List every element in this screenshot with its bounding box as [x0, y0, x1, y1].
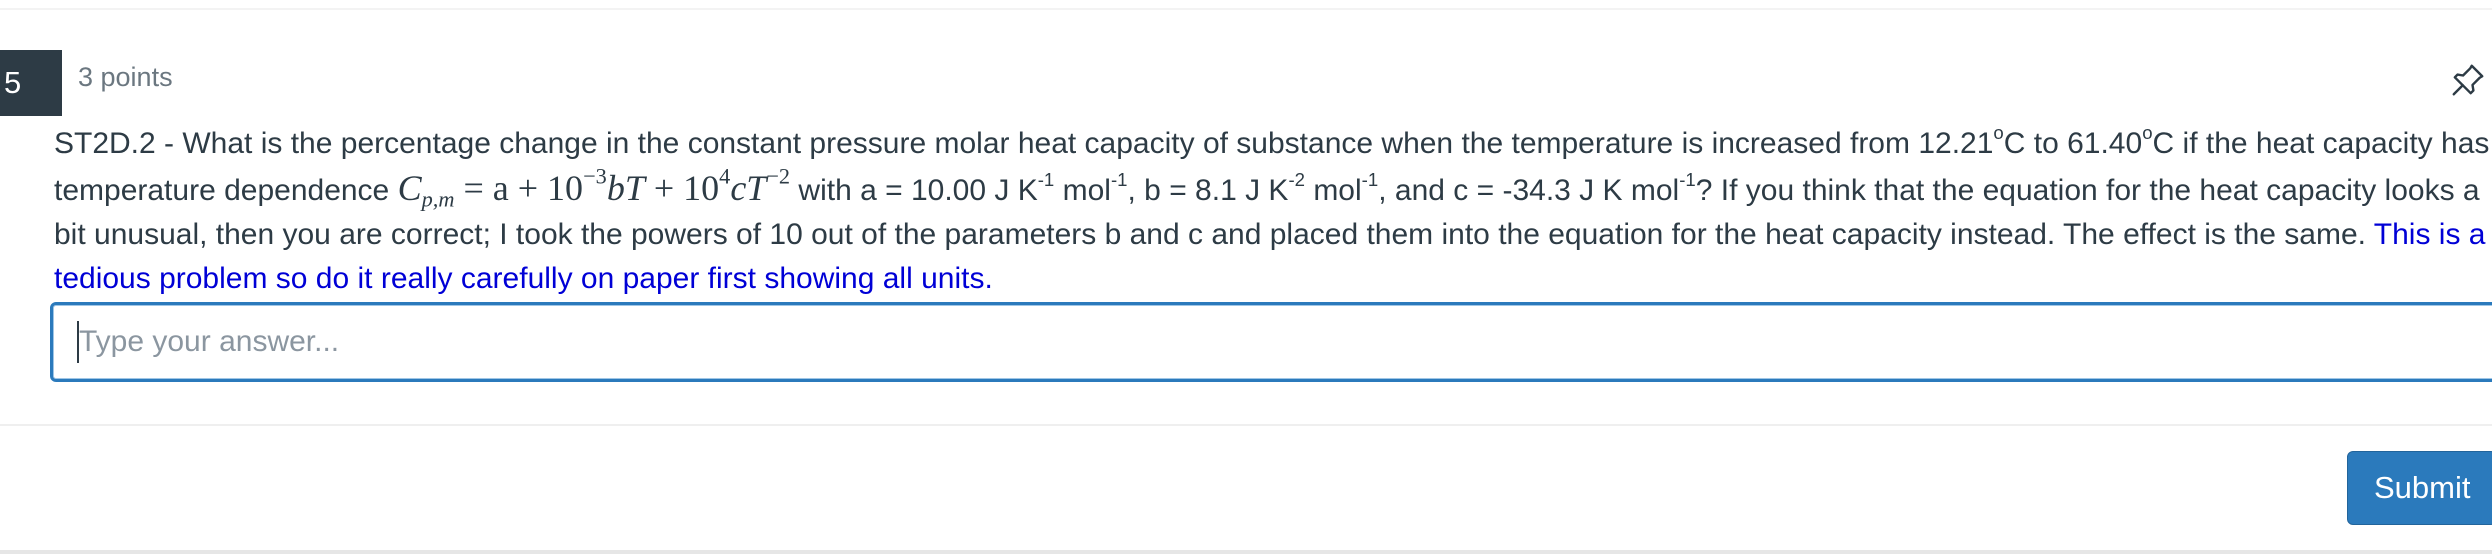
- top-divider: [0, 8, 2492, 10]
- answer-input[interactable]: [77, 315, 2481, 369]
- submit-button[interactable]: Submit: [2347, 451, 2492, 525]
- pin-icon[interactable]: [2450, 62, 2486, 98]
- question-points: 3 points: [78, 62, 173, 92]
- text-caret: [77, 321, 79, 363]
- question-number-badge: 5: [0, 50, 62, 116]
- answer-field[interactable]: [50, 302, 2492, 382]
- heat-capacity-equation: Cp,m = a + 10−3bT + 104cT−2: [397, 163, 791, 212]
- section-divider: [0, 424, 2492, 426]
- question-text: ST2D.2 - What is the percentage change i…: [54, 122, 2490, 295]
- bottom-divider: [0, 550, 2492, 554]
